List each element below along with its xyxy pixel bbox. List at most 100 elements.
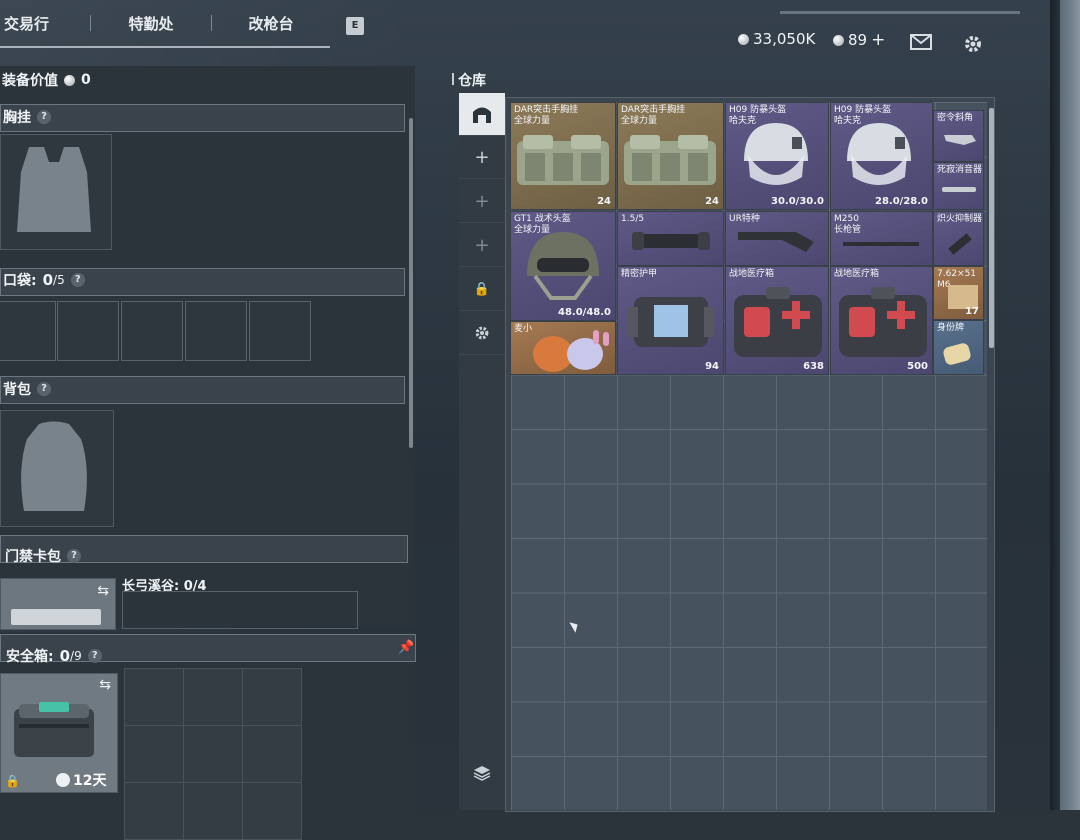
warehouse-item[interactable]: 炽火抑制器 bbox=[933, 211, 984, 266]
chest-rig-label: 胸挂 bbox=[3, 110, 31, 126]
collectible-item-image bbox=[533, 330, 609, 372]
tactical-helmet-item-image bbox=[527, 232, 599, 300]
warehouse-item[interactable]: M250 长枪管 bbox=[830, 211, 933, 266]
plus-icon: + bbox=[474, 146, 490, 168]
secure-box-title: 安全箱: 0 /9 ? bbox=[6, 642, 102, 670]
item-quantity: 24 bbox=[705, 196, 719, 207]
key-hint-e: E bbox=[346, 17, 364, 35]
lock-icon: 🔒 bbox=[5, 774, 20, 788]
scope-item-image bbox=[632, 232, 710, 250]
warehouse-item[interactable]: 战地医疗箱 500 bbox=[830, 266, 933, 375]
backpack-label: 背包 bbox=[3, 382, 31, 398]
pocket-slot[interactable] bbox=[185, 301, 247, 361]
secure-grid-cell[interactable] bbox=[242, 668, 302, 726]
help-icon[interactable]: ? bbox=[37, 110, 51, 124]
pin-icon[interactable]: 📌 bbox=[398, 640, 414, 655]
secure-grid-cell[interactable] bbox=[242, 725, 302, 783]
chest-rig-slot[interactable] bbox=[0, 134, 112, 250]
secure-grid-cell[interactable] bbox=[124, 782, 184, 840]
warehouse-item[interactable]: H09 防暴头盔 哈夫克 28.0/28.0 bbox=[830, 102, 933, 210]
mount-item-image bbox=[944, 135, 976, 145]
secure-grid-cell[interactable] bbox=[183, 782, 243, 840]
premium-balance[interactable]: 89 + bbox=[833, 30, 885, 50]
flash-hider-item-image bbox=[948, 233, 972, 255]
item-name: DAR突击手胸挂 全球力量 bbox=[621, 105, 686, 126]
warehouse-item[interactable]: DAR突击手胸挂 全球力量 24 bbox=[617, 102, 724, 210]
secure-grid-cell[interactable] bbox=[183, 725, 243, 783]
warehouse-item[interactable]: 死寂消音器 bbox=[933, 162, 984, 210]
warehouse-item[interactable]: 密令斜角 bbox=[933, 110, 984, 162]
item-name: 炽火抑制器 bbox=[937, 214, 983, 224]
add-warehouse-tab-button[interactable]: + bbox=[459, 136, 505, 179]
mail-icon[interactable] bbox=[910, 34, 932, 55]
pocket-slot[interactable] bbox=[0, 301, 56, 361]
helmet-item-image bbox=[744, 123, 808, 185]
warehouse-item[interactable]: DAR突击手胸挂 全球力量 24 bbox=[510, 102, 616, 210]
add-warehouse-tab-button[interactable]: + bbox=[459, 224, 505, 267]
tab-trading[interactable]: 交易行 bbox=[0, 13, 62, 34]
secure-box-timer: 12天 bbox=[56, 770, 106, 790]
tab-gunsmith[interactable]: 改枪台 bbox=[212, 13, 330, 34]
pocket-slot[interactable] bbox=[249, 301, 311, 361]
warehouse-item[interactable]: 精密护甲 94 bbox=[617, 266, 724, 375]
secure-grid-cell[interactable] bbox=[242, 782, 302, 840]
item-name: 身份牌 bbox=[937, 323, 965, 333]
pockets-title: 口袋: 0 /5 ? bbox=[3, 266, 85, 294]
secure-grid-cell[interactable] bbox=[124, 725, 184, 783]
item-durability: 30.0/30.0 bbox=[771, 196, 824, 207]
backpack-title: 背包 ? bbox=[3, 375, 51, 403]
warehouse-settings-button[interactable] bbox=[459, 312, 505, 355]
help-icon[interactable]: ? bbox=[70, 273, 85, 287]
suppressor-item-image bbox=[942, 187, 976, 192]
item-name: 密令斜角 bbox=[937, 113, 974, 123]
secure-grid-cell[interactable] bbox=[124, 668, 184, 726]
dog-tag-item-image bbox=[943, 343, 971, 365]
add-premium-button[interactable]: + bbox=[871, 30, 885, 50]
item-name: 战地医疗箱 bbox=[834, 269, 880, 279]
value-coin-icon bbox=[64, 74, 75, 86]
layers-button[interactable] bbox=[459, 752, 505, 794]
item-name: 战地医疗箱 bbox=[729, 269, 775, 279]
warehouse-item[interactable]: H09 防暴头盔 哈夫克 30.0/30.0 bbox=[725, 102, 829, 210]
warehouse-item[interactable]: 1.5/5 bbox=[617, 211, 724, 266]
item-name: 精密护甲 bbox=[621, 269, 658, 279]
backpack-slot[interactable] bbox=[0, 410, 114, 527]
tab-special-ops[interactable]: 特勤处 bbox=[91, 13, 211, 34]
secure-box-count: 0 bbox=[59, 647, 71, 665]
keycard-slots[interactable] bbox=[122, 591, 358, 629]
help-icon[interactable]: ? bbox=[67, 549, 81, 563]
warehouse-home-tab[interactable] bbox=[459, 93, 505, 136]
locked-tab[interactable]: 🔒 bbox=[459, 268, 505, 311]
item-quantity: 94 bbox=[705, 361, 719, 372]
keycard-case-slot[interactable]: ⇆ bbox=[0, 578, 116, 630]
plus-icon: + bbox=[474, 190, 490, 212]
warehouse-item[interactable]: 7.62×51 M6 17 bbox=[933, 266, 984, 320]
secure-grid-cell[interactable] bbox=[183, 668, 243, 726]
secure-box-image bbox=[14, 702, 94, 757]
chest-rig-item-image bbox=[624, 135, 716, 185]
secure-box-label: 安全箱: bbox=[6, 649, 54, 665]
loadout-scrollbar[interactable] bbox=[409, 118, 413, 448]
coin-balance[interactable]: 33,050K bbox=[738, 30, 815, 48]
lock-icon: 🔒 bbox=[473, 281, 491, 297]
item-durability: 48.0/48.0 bbox=[558, 307, 611, 318]
swap-icon[interactable]: ⇆ bbox=[99, 677, 111, 693]
coin-amount: 33,050K bbox=[753, 30, 816, 48]
secure-box-slot[interactable]: ⇆ 🔒 12天 bbox=[0, 673, 118, 793]
warehouse-item[interactable]: 麦小 bbox=[510, 321, 616, 375]
warehouse-title: 仓库 bbox=[452, 70, 486, 90]
warehouse-item[interactable]: 战地医疗箱 638 bbox=[725, 266, 829, 375]
pocket-slot[interactable] bbox=[121, 301, 183, 361]
warehouse-item[interactable]: GT1 战术头盔 全球力量 48.0/48.0 bbox=[510, 211, 616, 321]
help-icon[interactable]: ? bbox=[37, 382, 51, 396]
warehouse-icon bbox=[473, 107, 491, 123]
settings-gear-icon[interactable] bbox=[963, 34, 983, 59]
swap-icon[interactable]: ⇆ bbox=[97, 583, 109, 599]
warehouse-item[interactable]: 身份牌 bbox=[933, 320, 984, 375]
help-icon[interactable]: ? bbox=[87, 649, 102, 663]
warehouse-item[interactable]: UR特种 bbox=[725, 211, 829, 266]
warehouse-scrollbar[interactable] bbox=[989, 108, 994, 348]
add-warehouse-tab-button[interactable]: + bbox=[459, 180, 505, 223]
medkit-item-image bbox=[734, 287, 822, 357]
pocket-slot[interactable] bbox=[57, 301, 119, 361]
